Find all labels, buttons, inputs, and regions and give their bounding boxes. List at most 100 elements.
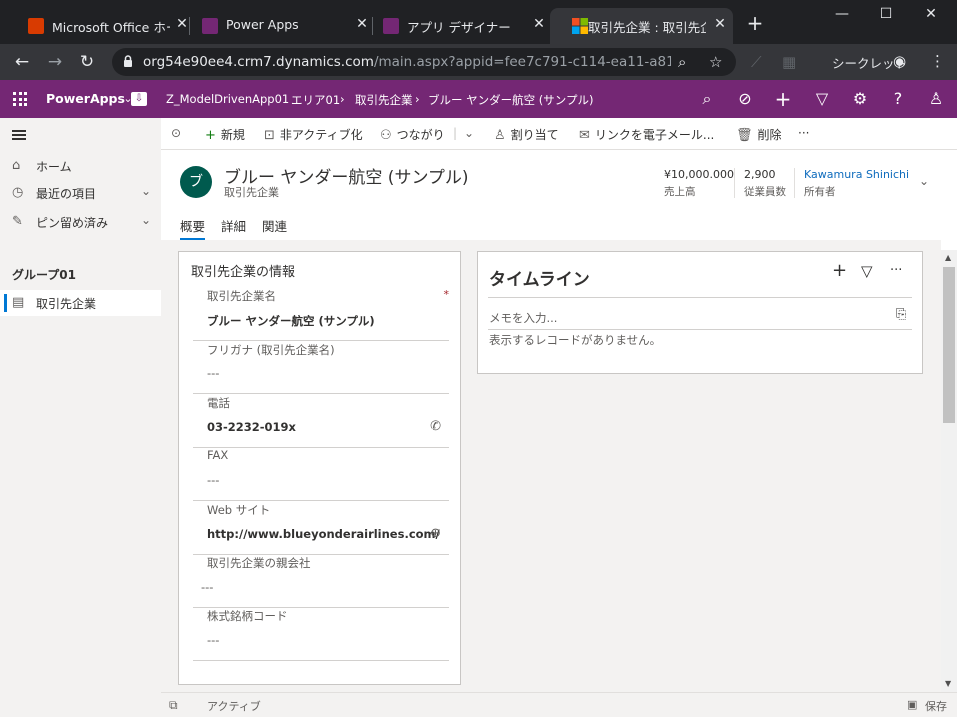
browser-toolbar: ← → ↻ org54e90ee4.crm7.dynamics.com/main… [0, 44, 957, 80]
header-field-owner: Kawamura Shinichi 所有者 [804, 168, 909, 199]
back-circle-icon[interactable]: ⊙ [171, 126, 181, 140]
new-button[interactable]: + 新規 [205, 126, 245, 143]
chevron-down-icon[interactable]: ⌄ [141, 213, 151, 227]
bookmark-star-icon[interactable]: ☆ [709, 53, 722, 71]
add-icon[interactable]: + [832, 260, 847, 281]
nav-group-title: グループ01 [12, 268, 76, 282]
brand-name[interactable]: PowerApps [46, 91, 125, 106]
tab-summary[interactable]: 概要 [180, 216, 206, 240]
microsoft-logo-icon [572, 18, 588, 34]
incognito-icon[interactable]: ◉ [893, 52, 906, 70]
field-furigana[interactable]: フリガナ (取引先企業名) --- [193, 341, 449, 394]
email-link-button[interactable]: ✉ リンクを電子メール... [579, 126, 714, 143]
browser-tab-account[interactable]: 取引先企業 : 取引先企 ✕ [550, 8, 733, 44]
browser-tab-app-designer[interactable]: アプリ デザイナー ✕ [361, 8, 551, 44]
maximize-icon[interactable]: ☐ [876, 6, 896, 22]
extension-icon[interactable]: ⟋ [751, 53, 762, 71]
browser-tab-powerapps[interactable]: Power Apps ✕ [180, 8, 370, 44]
phone-icon[interactable]: ✆ [430, 419, 441, 434]
field-fax[interactable]: FAX --- [193, 448, 449, 501]
globe-icon[interactable]: ⊕ [430, 526, 441, 541]
nav-item-recent[interactable]: ◷ 最近の項目 ⌄ [0, 180, 161, 206]
chevron-down-icon[interactable]: ⌄ [141, 184, 151, 198]
field-website[interactable]: Web サイト http://www.blueyonderairlines.co… [193, 502, 449, 555]
assign-button[interactable]: ♙ 割り当て [494, 126, 559, 143]
field-value[interactable]: --- [207, 366, 219, 380]
timeline-divider [488, 297, 912, 298]
extension-icon[interactable]: ▦ [782, 53, 796, 71]
note-input[interactable]: メモを入力... [489, 310, 557, 326]
browser-tab-office[interactable]: Microsoft Office ホーム ✕ [6, 8, 192, 44]
field-value[interactable]: 03-2232-019x [207, 420, 296, 434]
forward-icon[interactable]: → [45, 52, 65, 72]
field-value[interactable]: --- [201, 580, 213, 594]
field-label: 株式銘柄コード [207, 609, 288, 623]
nav-item-pinned[interactable]: ✎ ピン留め済み ⌄ [0, 209, 161, 235]
new-label: 新規 [220, 128, 245, 142]
field-value[interactable]: --- [207, 473, 219, 487]
field-account-name[interactable]: 取引先企業名 * ブルー ヤンダー航空 (サンプル) [193, 288, 449, 341]
save-icon[interactable]: ▣ [907, 698, 917, 711]
more-icon[interactable]: ··· [890, 263, 902, 278]
owner-label: 所有者 [804, 186, 836, 198]
search-icon[interactable]: ⌕ [697, 89, 717, 109]
scrollbar-thumb[interactable] [943, 267, 955, 423]
tab-title: Power Apps [226, 17, 299, 32]
nav-item-home[interactable]: ⌂ ホーム [0, 153, 161, 179]
browser-menu-icon[interactable]: ⋮ [930, 52, 945, 70]
close-icon[interactable]: ✕ [531, 16, 547, 32]
scroll-down-icon[interactable]: ▼ [945, 679, 951, 688]
tab-related[interactable]: 関連 [262, 216, 287, 235]
app-name[interactable]: Z_ModelDrivenApp01 [166, 92, 289, 106]
back-icon[interactable]: ← [12, 52, 32, 72]
expand-icon[interactable]: ⧉ [169, 698, 178, 713]
owner-link[interactable]: Kawamura Shinichi [804, 168, 909, 181]
reload-icon[interactable]: ↻ [77, 52, 97, 72]
delete-button[interactable]: 🗑 削除 [736, 126, 782, 143]
user-icon[interactable]: ♙ [926, 89, 946, 109]
clock-icon: ◷ [12, 185, 24, 200]
address-bar[interactable]: org54e90ee4.crm7.dynamics.com/main.aspx?… [112, 48, 736, 76]
tab-details[interactable]: 詳細 [221, 216, 246, 235]
save-button[interactable]: 保存 [925, 698, 947, 714]
required-marker: * [443, 288, 450, 301]
task-icon[interactable]: ⊘ [735, 89, 755, 109]
settings-gear-icon[interactable]: ⚙ [850, 89, 870, 109]
chevron-down-icon[interactable]: ⌄ [464, 126, 474, 140]
breadcrumb-area[interactable]: エリア01 [291, 92, 340, 108]
filter-icon[interactable]: ▽ [861, 262, 873, 280]
chevron-down-icon[interactable]: ⌄ [919, 174, 929, 188]
attachment-icon[interactable]: ⎘ [896, 307, 906, 322]
connect-button[interactable]: ⚇ つながり [380, 126, 445, 143]
help-icon[interactable]: ? [888, 89, 908, 109]
filter-icon[interactable]: ▽ [812, 89, 832, 109]
field-parent-account[interactable]: 取引先企業の親会社 --- [193, 555, 449, 608]
employees-value: 2,900 [744, 168, 776, 181]
field-ticker-symbol[interactable]: 株式銘柄コード --- [193, 608, 449, 661]
hamburger-menu-icon[interactable] [12, 130, 26, 140]
more-commands-button[interactable]: ··· [798, 126, 809, 140]
window-close-icon[interactable]: ✕ [921, 6, 941, 22]
field-value[interactable]: --- [207, 633, 219, 647]
new-tab-button[interactable]: + [745, 13, 765, 34]
connect-dropdown[interactable]: | [453, 126, 457, 140]
app-launcher-icon[interactable] [13, 92, 27, 106]
person-icon: ♙ [494, 128, 506, 143]
app-switch-icon[interactable]: ⇩ [131, 92, 147, 106]
form-scrollbar[interactable]: ▲ ▼ [941, 250, 957, 692]
field-label: Web サイト [207, 503, 271, 517]
add-icon[interactable]: + [773, 89, 793, 109]
account-icon: ▤ [12, 295, 25, 310]
field-phone[interactable]: 電話 03-2232-019x ✆ [193, 395, 449, 448]
deactivate-button[interactable]: ⊡ 非アクティブ化 [264, 126, 363, 143]
field-value[interactable]: ブルー ヤンダー航空 (サンプル) [207, 313, 375, 329]
lock-icon [124, 55, 132, 67]
nav-item-accounts[interactable]: ▤ 取引先企業 [0, 290, 161, 316]
close-icon[interactable]: ✕ [712, 16, 728, 32]
zoom-icon[interactable]: ⌕ [678, 53, 686, 71]
field-value[interactable]: http://www.blueyonderairlines.com/ [207, 527, 440, 541]
scroll-up-icon[interactable]: ▲ [945, 253, 951, 262]
timeline-empty-text: 表示するレコードがありません。 [489, 333, 662, 347]
minimize-icon[interactable]: — [832, 6, 852, 22]
breadcrumb-entity[interactable]: 取引先企業 [355, 92, 413, 108]
